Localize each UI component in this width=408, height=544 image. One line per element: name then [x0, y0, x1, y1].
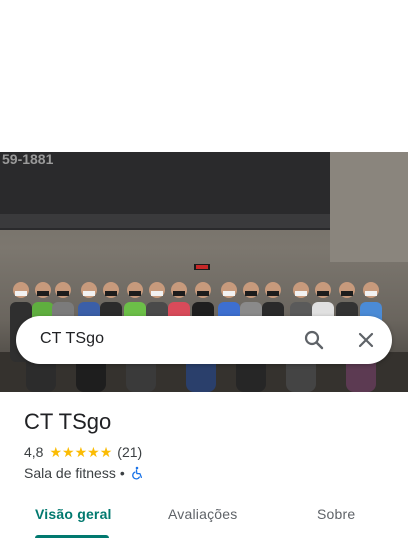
- tab-bar: Visão geral Avaliações Sobre: [0, 494, 408, 544]
- place-category: Sala de fitness: [24, 465, 116, 481]
- wheelchair-icon: [131, 466, 142, 480]
- rating-row[interactable]: 4,8 ★ ★ ★ ★ ★ (21): [24, 444, 142, 460]
- category-row: Sala de fitness •: [24, 465, 144, 481]
- search-bar[interactable]: CT TSgo: [16, 316, 392, 364]
- star-rating: ★ ★ ★ ★ ★: [49, 445, 112, 459]
- close-icon[interactable]: [354, 328, 378, 352]
- tab-reviews[interactable]: Avaliações: [168, 506, 237, 522]
- star-icon: ★: [62, 444, 75, 460]
- rating-value: 4,8: [24, 444, 44, 460]
- star-icon: ★: [74, 444, 88, 460]
- place-photo[interactable]: 59-1881 CT TSgo: [0, 152, 408, 392]
- place-title: CT TSgo: [24, 409, 112, 434]
- search-input[interactable]: CT TSgo: [40, 330, 104, 348]
- review-count[interactable]: (21): [117, 444, 142, 460]
- star-icon: ★: [87, 444, 100, 460]
- search-icon[interactable]: [302, 328, 326, 352]
- active-tab-indicator: [35, 535, 109, 538]
- blank-top-area: [0, 0, 408, 152]
- separator-dot: •: [119, 465, 125, 481]
- wall-text: 59-1881: [2, 152, 54, 167]
- tab-about[interactable]: Sobre: [317, 506, 355, 522]
- star-icon: ★: [49, 444, 63, 460]
- star-icon: ★: [99, 444, 113, 460]
- tab-overview[interactable]: Visão geral: [35, 506, 112, 522]
